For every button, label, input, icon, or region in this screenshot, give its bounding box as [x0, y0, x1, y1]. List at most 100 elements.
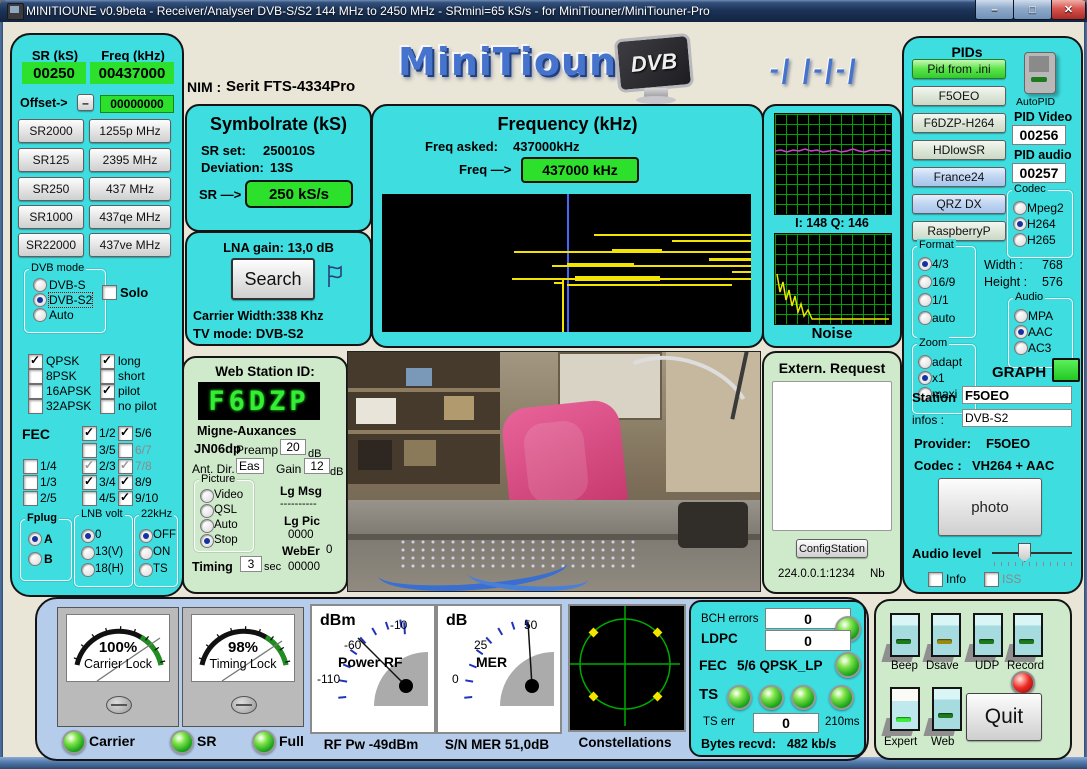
audio-level-thumb[interactable]: [1018, 543, 1031, 562]
fec-23-checkbox[interactable]: [82, 459, 97, 474]
16apsk-checkbox[interactable]: [28, 384, 43, 399]
udp-switch[interactable]: [973, 613, 1003, 657]
sr-preset-button[interactable]: SR22000: [18, 233, 84, 257]
lnb-18h-radio[interactable]: [81, 563, 95, 577]
nb-label: Nb: [870, 568, 885, 580]
minimize-button[interactable]: –: [975, 0, 1014, 20]
dvbs-radio[interactable]: [33, 278, 47, 292]
pid-preset-button[interactable]: Pid from .ini: [912, 59, 1006, 79]
qpsk-checkbox[interactable]: [28, 354, 43, 369]
dvb-auto-radio[interactable]: [33, 308, 47, 322]
8psk-checkbox[interactable]: [28, 369, 43, 384]
fplug-a-radio[interactable]: [28, 532, 42, 546]
fec-67-checkbox[interactable]: [118, 443, 133, 458]
h265-radio[interactable]: [1013, 233, 1027, 247]
lnb-13v-radio[interactable]: [81, 546, 95, 560]
ant-dir-input[interactable]: [236, 458, 264, 474]
info-checkbox[interactable]: [928, 572, 943, 587]
offset-minus-button[interactable]: –: [77, 94, 94, 111]
meter-knob[interactable]: [106, 696, 132, 714]
ac3-radio[interactable]: [1014, 341, 1028, 355]
station-input[interactable]: [962, 386, 1072, 404]
fec-25-checkbox[interactable]: [23, 491, 38, 506]
quit-button[interactable]: Quit: [966, 693, 1042, 741]
iss-checkbox[interactable]: [984, 572, 999, 587]
solo-checkbox[interactable]: [102, 285, 117, 300]
h264-radio[interactable]: [1013, 217, 1027, 231]
pid-preset-button[interactable]: F6DZP-H264: [912, 113, 1006, 133]
record-switch[interactable]: [1013, 613, 1043, 657]
sr-preset-button[interactable]: SR2000: [18, 119, 84, 143]
freq-preset-button[interactable]: 437 MHz: [89, 177, 171, 201]
fec-45-checkbox[interactable]: [82, 491, 97, 506]
long-checkbox[interactable]: [100, 354, 115, 369]
close-button[interactable]: ✕: [1051, 0, 1086, 20]
infos-input[interactable]: [962, 409, 1072, 427]
fec-14-checkbox[interactable]: [23, 459, 38, 474]
picture-qsl-radio[interactable]: [200, 504, 214, 518]
record-indicator-button[interactable]: [1011, 671, 1035, 695]
aac-radio[interactable]: [1014, 325, 1028, 339]
zoom-x1-radio[interactable]: [918, 371, 932, 385]
format-11-radio[interactable]: [918, 293, 932, 307]
search-button[interactable]: Search: [231, 258, 315, 300]
freq-preset-button[interactable]: 1255p MHz: [89, 119, 171, 143]
freq-preset-button[interactable]: 437qe MHz: [89, 205, 171, 229]
lnb-0-radio[interactable]: [81, 529, 95, 543]
tone-off-radio[interactable]: [139, 529, 153, 543]
tone-on-radio[interactable]: [139, 546, 153, 560]
config-station-button[interactable]: ConfigStation: [796, 539, 868, 558]
dvbs2-radio[interactable]: [33, 293, 47, 307]
pilot-checkbox[interactable]: [100, 384, 115, 399]
graph-button[interactable]: [1052, 358, 1080, 382]
gain-input[interactable]: [304, 458, 330, 474]
fec-56-checkbox[interactable]: [118, 426, 133, 441]
web-switch[interactable]: [932, 687, 962, 731]
format-169-radio[interactable]: [918, 275, 932, 289]
fec-13-checkbox[interactable]: [23, 475, 38, 490]
sr-preset-button[interactable]: SR250: [18, 177, 84, 201]
short-checkbox[interactable]: [100, 369, 115, 384]
photo-button[interactable]: photo: [938, 478, 1042, 536]
beep-switch[interactable]: [890, 613, 920, 657]
fec-78-checkbox[interactable]: [118, 459, 133, 474]
autopid-icon[interactable]: [1024, 52, 1056, 94]
pid-preset-button[interactable]: F5OEO: [912, 86, 1006, 106]
preamp-input[interactable]: [280, 439, 306, 455]
picture-video-radio[interactable]: [200, 489, 214, 503]
fplug-b-radio[interactable]: [28, 552, 42, 566]
picture-stop-radio[interactable]: [200, 534, 214, 548]
pid-preset-button[interactable]: RaspberryP: [912, 221, 1006, 241]
pid-preset-button[interactable]: QRZ DX: [912, 194, 1006, 214]
pid-preset-button[interactable]: France24: [912, 167, 1006, 187]
format-43-radio[interactable]: [918, 257, 932, 271]
freq-preset-button[interactable]: 437ve MHz: [89, 233, 171, 257]
dsave-switch[interactable]: [931, 613, 961, 657]
mpeg2-radio[interactable]: [1013, 201, 1027, 215]
maximize-button[interactable]: □: [1013, 0, 1052, 20]
picture-auto-radio[interactable]: [200, 519, 214, 533]
sr-preset-button[interactable]: SR1000: [18, 205, 84, 229]
zoom-adapt-radio[interactable]: [918, 355, 932, 369]
freq-preset-button[interactable]: 2395 MHz: [89, 148, 171, 172]
lgmsg-value: ----------: [280, 498, 317, 510]
nopilot-checkbox[interactable]: [100, 399, 115, 414]
fec-12-checkbox[interactable]: [82, 426, 97, 441]
32apsk-checkbox[interactable]: [28, 399, 43, 414]
mpa-radio[interactable]: [1014, 309, 1028, 323]
tone-ts-radio[interactable]: [139, 563, 153, 577]
fec-35-checkbox[interactable]: [82, 443, 97, 458]
fec-89-checkbox[interactable]: [118, 475, 133, 490]
audio-level-slider[interactable]: [992, 552, 1072, 554]
meter-knob[interactable]: [231, 696, 257, 714]
fec-34-checkbox[interactable]: [82, 475, 97, 490]
audio-level-label: Audio level: [912, 546, 981, 561]
fec-910-checkbox[interactable]: [118, 491, 133, 506]
fec-led: [835, 652, 861, 678]
title-bar: MINITIOUNE v0.9beta - Receiver/Analyser …: [0, 0, 1087, 22]
expert-switch[interactable]: [890, 687, 920, 731]
timing-input[interactable]: [240, 556, 262, 572]
pid-preset-button[interactable]: HDlowSR: [912, 140, 1006, 160]
format-auto-radio[interactable]: [918, 311, 932, 325]
sr-preset-button[interactable]: SR125: [18, 148, 84, 172]
